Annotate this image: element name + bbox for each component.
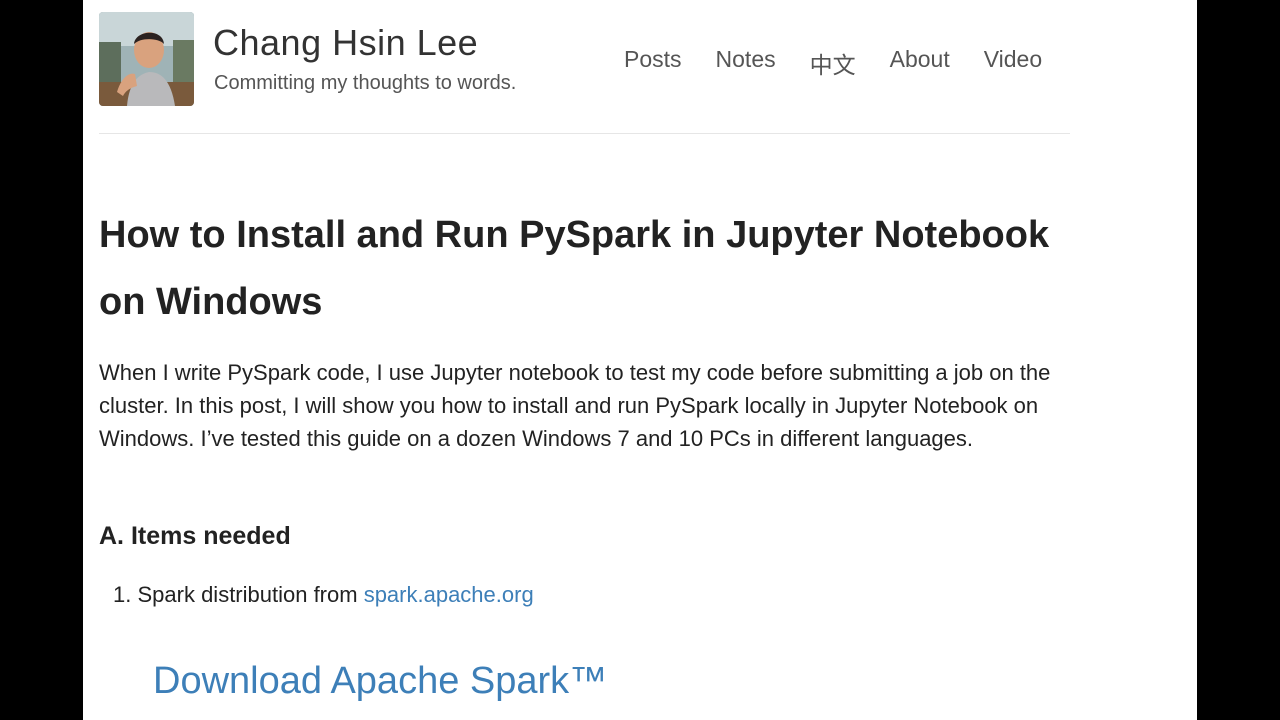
post-title: How to Install and Run PySpark in Jupyte…: [99, 214, 1050, 323]
nav-item-chinese[interactable]: 中文: [810, 46, 856, 80]
items-needed-list: 1. Spark distribution from spark.apache.…: [113, 582, 534, 608]
section-heading-items-needed: A. Items needed: [99, 522, 291, 550]
main-nav: Posts Notes 中文 About Video: [624, 46, 1042, 80]
nav-item-notes[interactable]: Notes: [716, 46, 776, 80]
blog-page: Chang Hsin Lee Committing my thoughts to…: [83, 0, 1197, 720]
header-divider: [99, 133, 1070, 134]
author-avatar[interactable]: [99, 12, 194, 106]
list-item: 1. Spark distribution from spark.apache.…: [113, 582, 534, 608]
spark-apache-link[interactable]: spark.apache.org: [364, 582, 534, 607]
site-tagline: Committing my thoughts to words.: [214, 72, 517, 94]
nav-item-posts[interactable]: Posts: [624, 46, 682, 80]
list-item-number: 1.: [113, 582, 132, 607]
post-intro: When I write PySpark code, I use Jupyter…: [99, 360, 1051, 451]
nav-item-about[interactable]: About: [890, 46, 950, 80]
author-photo-icon: [99, 12, 194, 106]
site-title[interactable]: Chang Hsin Lee: [213, 22, 478, 64]
nav-item-video[interactable]: Video: [984, 46, 1042, 80]
download-apache-spark-heading: Download Apache Spark™: [153, 660, 608, 702]
list-item-text: Spark distribution from: [137, 582, 364, 607]
